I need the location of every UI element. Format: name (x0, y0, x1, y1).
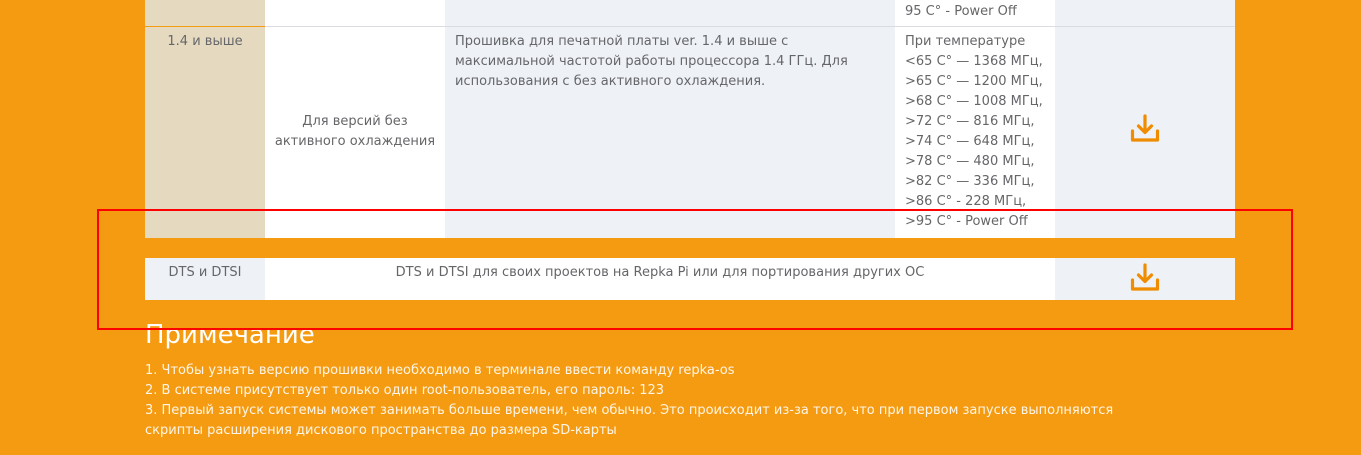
dts-description-cell: DTS и DTSI для своих проектов на Repka P… (265, 258, 1055, 300)
download-cell-top (1055, 0, 1235, 26)
notes-title: Примечание (145, 320, 315, 350)
spec-line: >74 C° — 648 МГц, (905, 134, 1035, 149)
note-item: 1. Чтобы узнать версию прошивки необходи… (145, 363, 735, 378)
dts-name-label: DTS и DTSI (168, 265, 242, 280)
spec-line: >82 C° — 336 МГц, (905, 174, 1035, 189)
description-text: Прошивка для печатной платы ver. 1.4 и в… (455, 34, 848, 89)
spec-cell: При температуре <65 C° — 1368 МГц, >65 C… (895, 27, 1055, 238)
table-row-top: 95 C° - Power Off (145, 0, 1235, 26)
version-cell-top (145, 0, 265, 26)
note-item: 3. Первый запуск системы может занимать … (145, 403, 1114, 438)
spec-line: >65 C° — 1200 МГц, (905, 74, 1043, 89)
download-icon[interactable] (1129, 113, 1161, 145)
note-item: 2. В системе присутствует только один ro… (145, 383, 665, 398)
dts-name-cell: DTS и DTSI (145, 258, 265, 300)
spec-line: >86 C° - 228 МГц, (905, 194, 1027, 209)
download-icon[interactable] (1129, 262, 1161, 294)
dts-download-cell (1055, 258, 1235, 300)
spec-line: <65 C° — 1368 МГц, (905, 54, 1043, 69)
spec-line: При температуре (905, 34, 1026, 49)
version-cell: 1.4 и выше (145, 27, 265, 238)
version-label: 1.4 и выше (167, 34, 243, 49)
cooling-cell: Для версий без активного охлаждения (265, 27, 445, 238)
dts-description-text: DTS и DTSI для своих проектов на Repka P… (395, 265, 925, 280)
spec-tail-text: 95 C° - Power Off (905, 4, 1017, 19)
description-cell-top (445, 0, 895, 26)
spec-cell-top: 95 C° - Power Off (895, 0, 1055, 26)
table-row-main: 1.4 и выше Для версий без активного охла… (145, 27, 1235, 238)
table-row-dts: DTS и DTSI DTS и DTSI для своих проектов… (145, 258, 1235, 300)
spec-line: >72 C° — 816 МГц, (905, 114, 1035, 129)
spec-line: >95 C° - Power Off (905, 214, 1028, 229)
cooling-label: Для версий без активного охлаждения (274, 114, 436, 149)
download-cell (1055, 27, 1235, 238)
description-cell: Прошивка для печатной платы ver. 1.4 и в… (445, 27, 895, 238)
cooling-cell-top (265, 0, 445, 26)
notes-list: 1. Чтобы узнать версию прошивки необходи… (145, 361, 1235, 441)
spec-line: >68 C° — 1008 МГц, (905, 94, 1043, 109)
spec-line: >78 C° — 480 МГц, (905, 154, 1035, 169)
